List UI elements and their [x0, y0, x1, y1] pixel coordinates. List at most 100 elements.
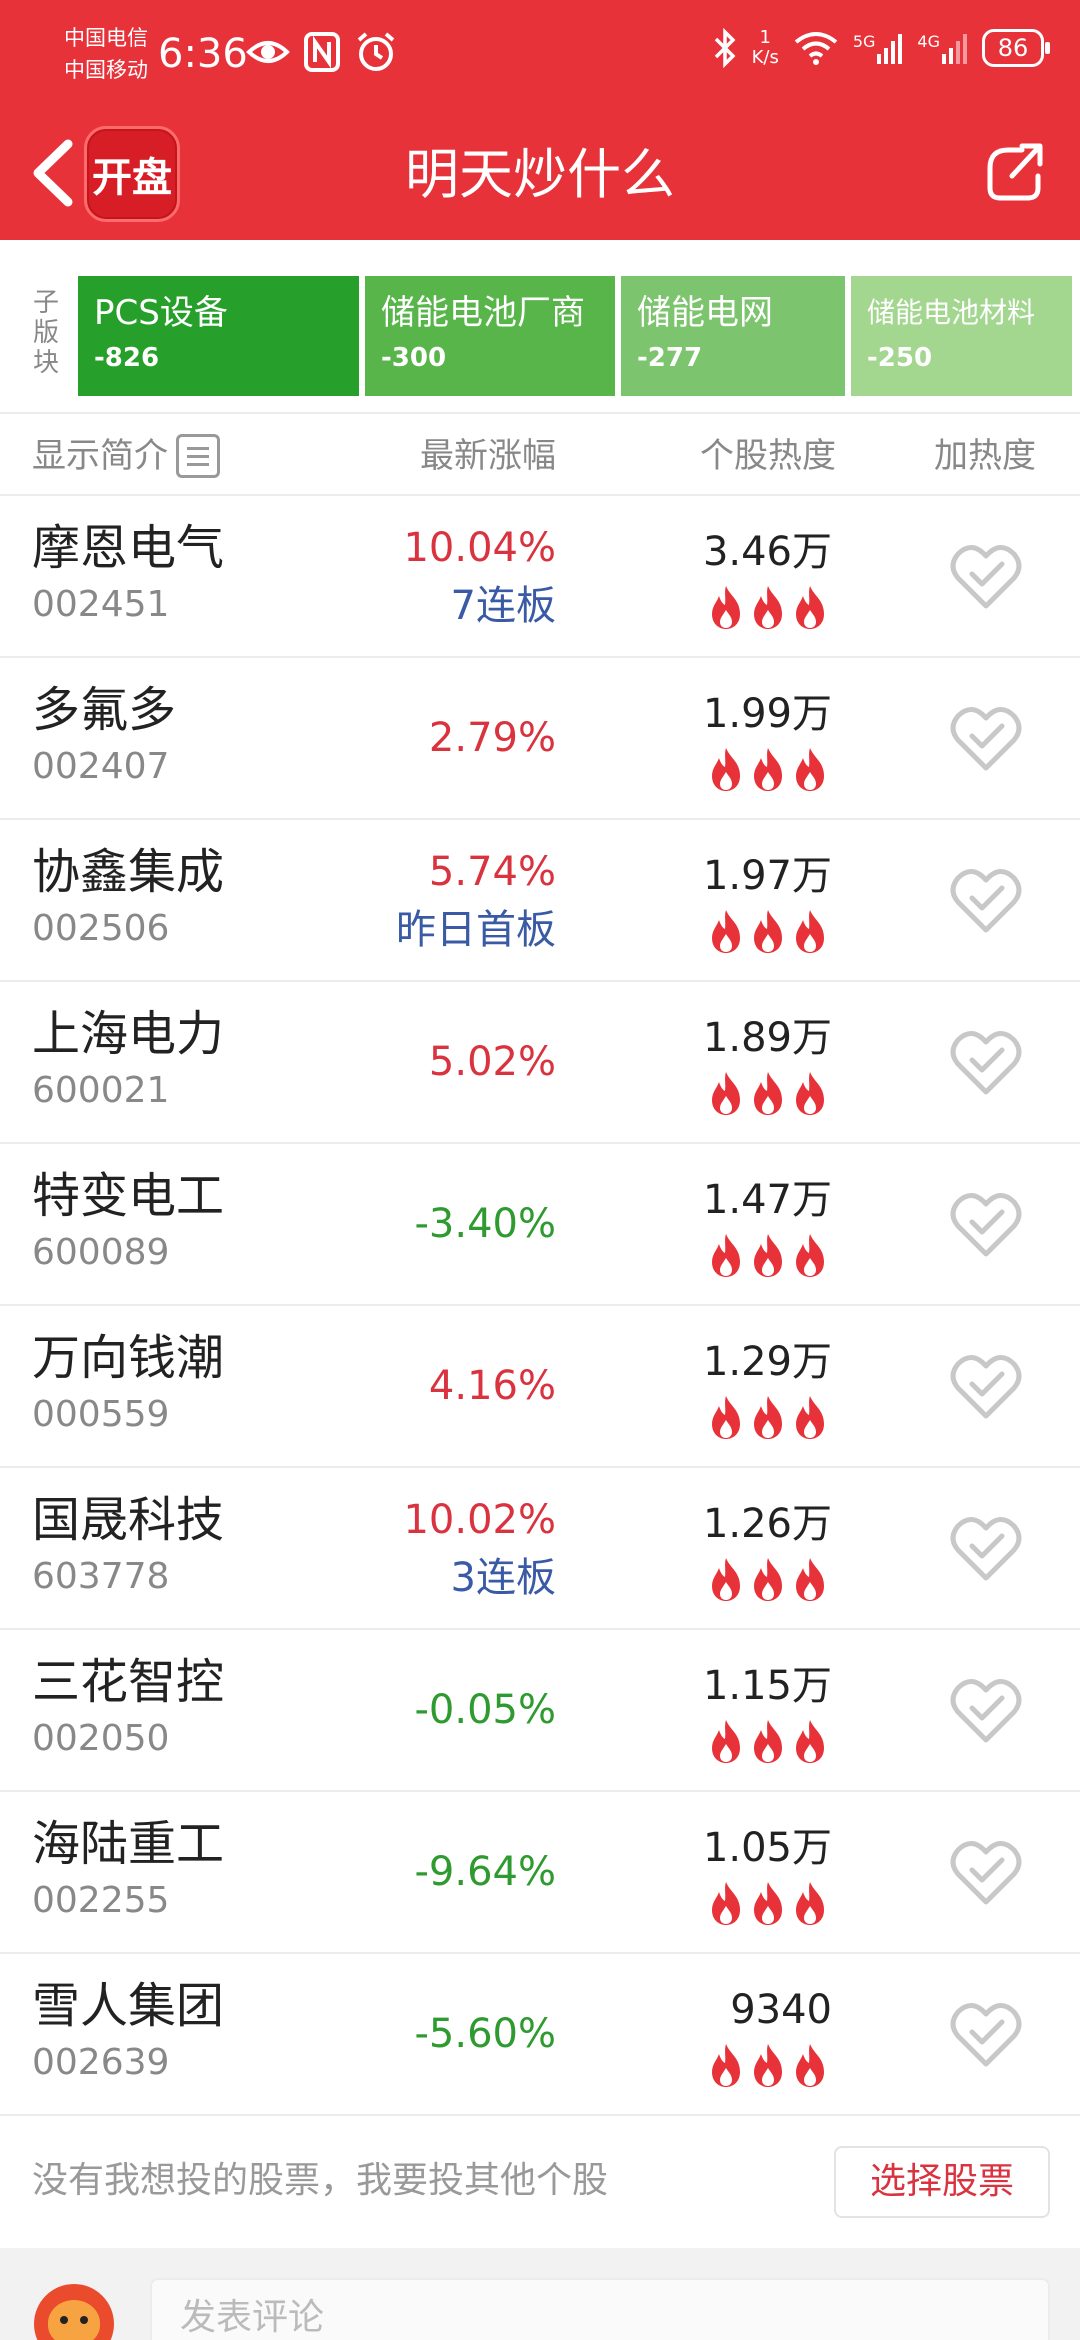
- heart-check-icon[interactable]: [950, 866, 1022, 936]
- heart-check-icon[interactable]: [950, 1838, 1022, 1908]
- list-icon: [176, 434, 220, 478]
- flame-icon: [796, 1234, 824, 1277]
- sector-tab[interactable]: PCS设备 -826: [78, 276, 359, 396]
- app-header: 中国电信 中国移动 6:36 1 K/s 5G 4G 86 开盘 明天炒什么: [0, 0, 1080, 240]
- column-add-heat: 加热度: [934, 436, 1036, 476]
- stock-limit-note: 昨日首板: [396, 907, 556, 953]
- heat-flames: [706, 1394, 830, 1440]
- battery-icon: 86: [982, 29, 1050, 67]
- signal-2-label: 4G: [917, 32, 940, 51]
- heat-flames: [706, 584, 830, 630]
- other-stock-text: 没有我想投的股票，我要投其他个股: [32, 2160, 609, 2201]
- stock-code: 600089: [32, 1232, 170, 1273]
- stock-change: 5.02%: [428, 1039, 556, 1085]
- sector-tab-value: -826: [94, 343, 160, 373]
- share-icon[interactable]: [982, 140, 1046, 204]
- stock-row[interactable]: 三花智控 002050 -0.05% 1.15万: [0, 1630, 1080, 1792]
- heart-check-icon[interactable]: [950, 1352, 1022, 1422]
- stock-change: 4.16%: [428, 1363, 556, 1409]
- sector-tab-value: -277: [637, 343, 703, 373]
- signal-icon: 5G: [853, 32, 904, 64]
- heart-check-icon[interactable]: [950, 1190, 1022, 1260]
- choose-stock-button[interactable]: 选择股票: [834, 2146, 1050, 2218]
- stock-change: 2.79%: [428, 715, 556, 761]
- net-speed-value: 1: [759, 27, 771, 48]
- sector-tabs: PCS设备 -826 储能电池厂商 -300 储能电网 -277 储能电池材料 …: [78, 276, 1072, 396]
- stock-name: 多氟多: [32, 682, 177, 738]
- stock-row[interactable]: 海陆重工 002255 -9.64% 1.05万: [0, 1792, 1080, 1954]
- heat-flames: [706, 2042, 830, 2088]
- flame-icon: [712, 1234, 740, 1277]
- stock-row[interactable]: 万向钱潮 000559 4.16% 1.29万: [0, 1306, 1080, 1468]
- stock-code: 002407: [32, 746, 170, 787]
- stock-row[interactable]: 特变电工 600089 -3.40% 1.47万: [0, 1144, 1080, 1306]
- comment-bar: 发表评论: [0, 2248, 1080, 2340]
- stock-name: 国晟科技: [32, 1492, 225, 1548]
- stock-change: -0.05%: [414, 1687, 556, 1733]
- avatar[interactable]: [34, 2284, 114, 2340]
- flame-icon: [796, 748, 824, 791]
- sector-tab-name: 储能电池材料: [867, 296, 1036, 329]
- heart-check-icon[interactable]: [950, 542, 1022, 612]
- heat-flames: [706, 1556, 830, 1602]
- heart-check-icon[interactable]: [950, 2000, 1022, 2070]
- comment-input[interactable]: 发表评论: [150, 2278, 1050, 2340]
- sector-tab[interactable]: 储能电池材料 -250: [851, 276, 1072, 396]
- stock-code: 000559: [32, 1394, 170, 1435]
- carrier-1: 中国电信: [64, 26, 148, 50]
- flame-icon: [796, 1720, 824, 1763]
- flame-icon: [754, 1072, 782, 1115]
- stock-code: 002050: [32, 1718, 170, 1759]
- flame-icon: [754, 748, 782, 791]
- flame-icon: [712, 1396, 740, 1439]
- stock-name: 雪人集团: [32, 1978, 225, 2034]
- nfc-icon: [304, 32, 340, 72]
- stock-name: 万向钱潮: [32, 1330, 225, 1386]
- heat-flames: [706, 746, 830, 792]
- carrier-2: 中国移动: [64, 58, 148, 82]
- stock-row[interactable]: 雪人集团 002639 -5.60% 9340: [0, 1954, 1080, 2116]
- heart-check-icon[interactable]: [950, 1028, 1022, 1098]
- stock-change: 10.04%: [403, 525, 556, 571]
- sector-label: 子版块: [32, 288, 59, 378]
- flame-icon: [754, 1558, 782, 1601]
- flame-icon: [754, 1396, 782, 1439]
- stock-heat: 1.99万: [702, 691, 832, 737]
- flame-icon: [796, 2044, 824, 2087]
- stock-code: 002639: [32, 2042, 170, 2083]
- show-intro-toggle[interactable]: 显示简介: [32, 434, 220, 478]
- stock-change: -5.60%: [414, 2011, 556, 2057]
- sector-tab[interactable]: 储能电网 -277: [621, 276, 845, 396]
- heat-flames: [706, 1718, 830, 1764]
- column-header: 显示简介 最新涨幅 个股热度 加热度: [0, 412, 1080, 496]
- stock-row[interactable]: 摩恩电气 002451 10.04% 7连板 3.46万: [0, 496, 1080, 658]
- stock-name: 三花智控: [32, 1654, 225, 1710]
- stock-code: 002451: [32, 584, 170, 625]
- heat-flames: [706, 1070, 830, 1116]
- status-bar: 中国电信 中国移动 6:36 1 K/s 5G 4G 86: [0, 0, 1080, 110]
- heart-check-icon[interactable]: [950, 1514, 1022, 1584]
- flame-icon: [796, 1882, 824, 1925]
- stock-row[interactable]: 国晟科技 603778 10.02% 3连板 1.26万: [0, 1468, 1080, 1630]
- sector-tab-value: -250: [867, 343, 933, 373]
- flame-icon: [754, 586, 782, 629]
- stock-row[interactable]: 多氟多 002407 2.79% 1.99万: [0, 658, 1080, 820]
- flame-icon: [712, 1558, 740, 1601]
- flame-icon: [712, 2044, 740, 2087]
- status-time: 6:36: [158, 31, 248, 77]
- wifi-icon: [794, 32, 838, 65]
- flame-icon: [754, 1882, 782, 1925]
- stock-row[interactable]: 协鑫集成 002506 5.74% 昨日首板 1.97万: [0, 820, 1080, 982]
- flame-icon: [754, 910, 782, 953]
- stock-heat: 1.15万: [702, 1663, 832, 1709]
- bluetooth-icon: [714, 28, 736, 68]
- status-icons-left: [246, 30, 398, 74]
- stock-change: 10.02%: [403, 1497, 556, 1543]
- heart-check-icon[interactable]: [950, 704, 1022, 774]
- flame-icon: [754, 2044, 782, 2087]
- stock-code: 600021: [32, 1070, 170, 1111]
- stock-row[interactable]: 上海电力 600021 5.02% 1.89万: [0, 982, 1080, 1144]
- heart-check-icon[interactable]: [950, 1676, 1022, 1746]
- flame-icon: [712, 1720, 740, 1763]
- sector-tab[interactable]: 储能电池厂商 -300: [365, 276, 615, 396]
